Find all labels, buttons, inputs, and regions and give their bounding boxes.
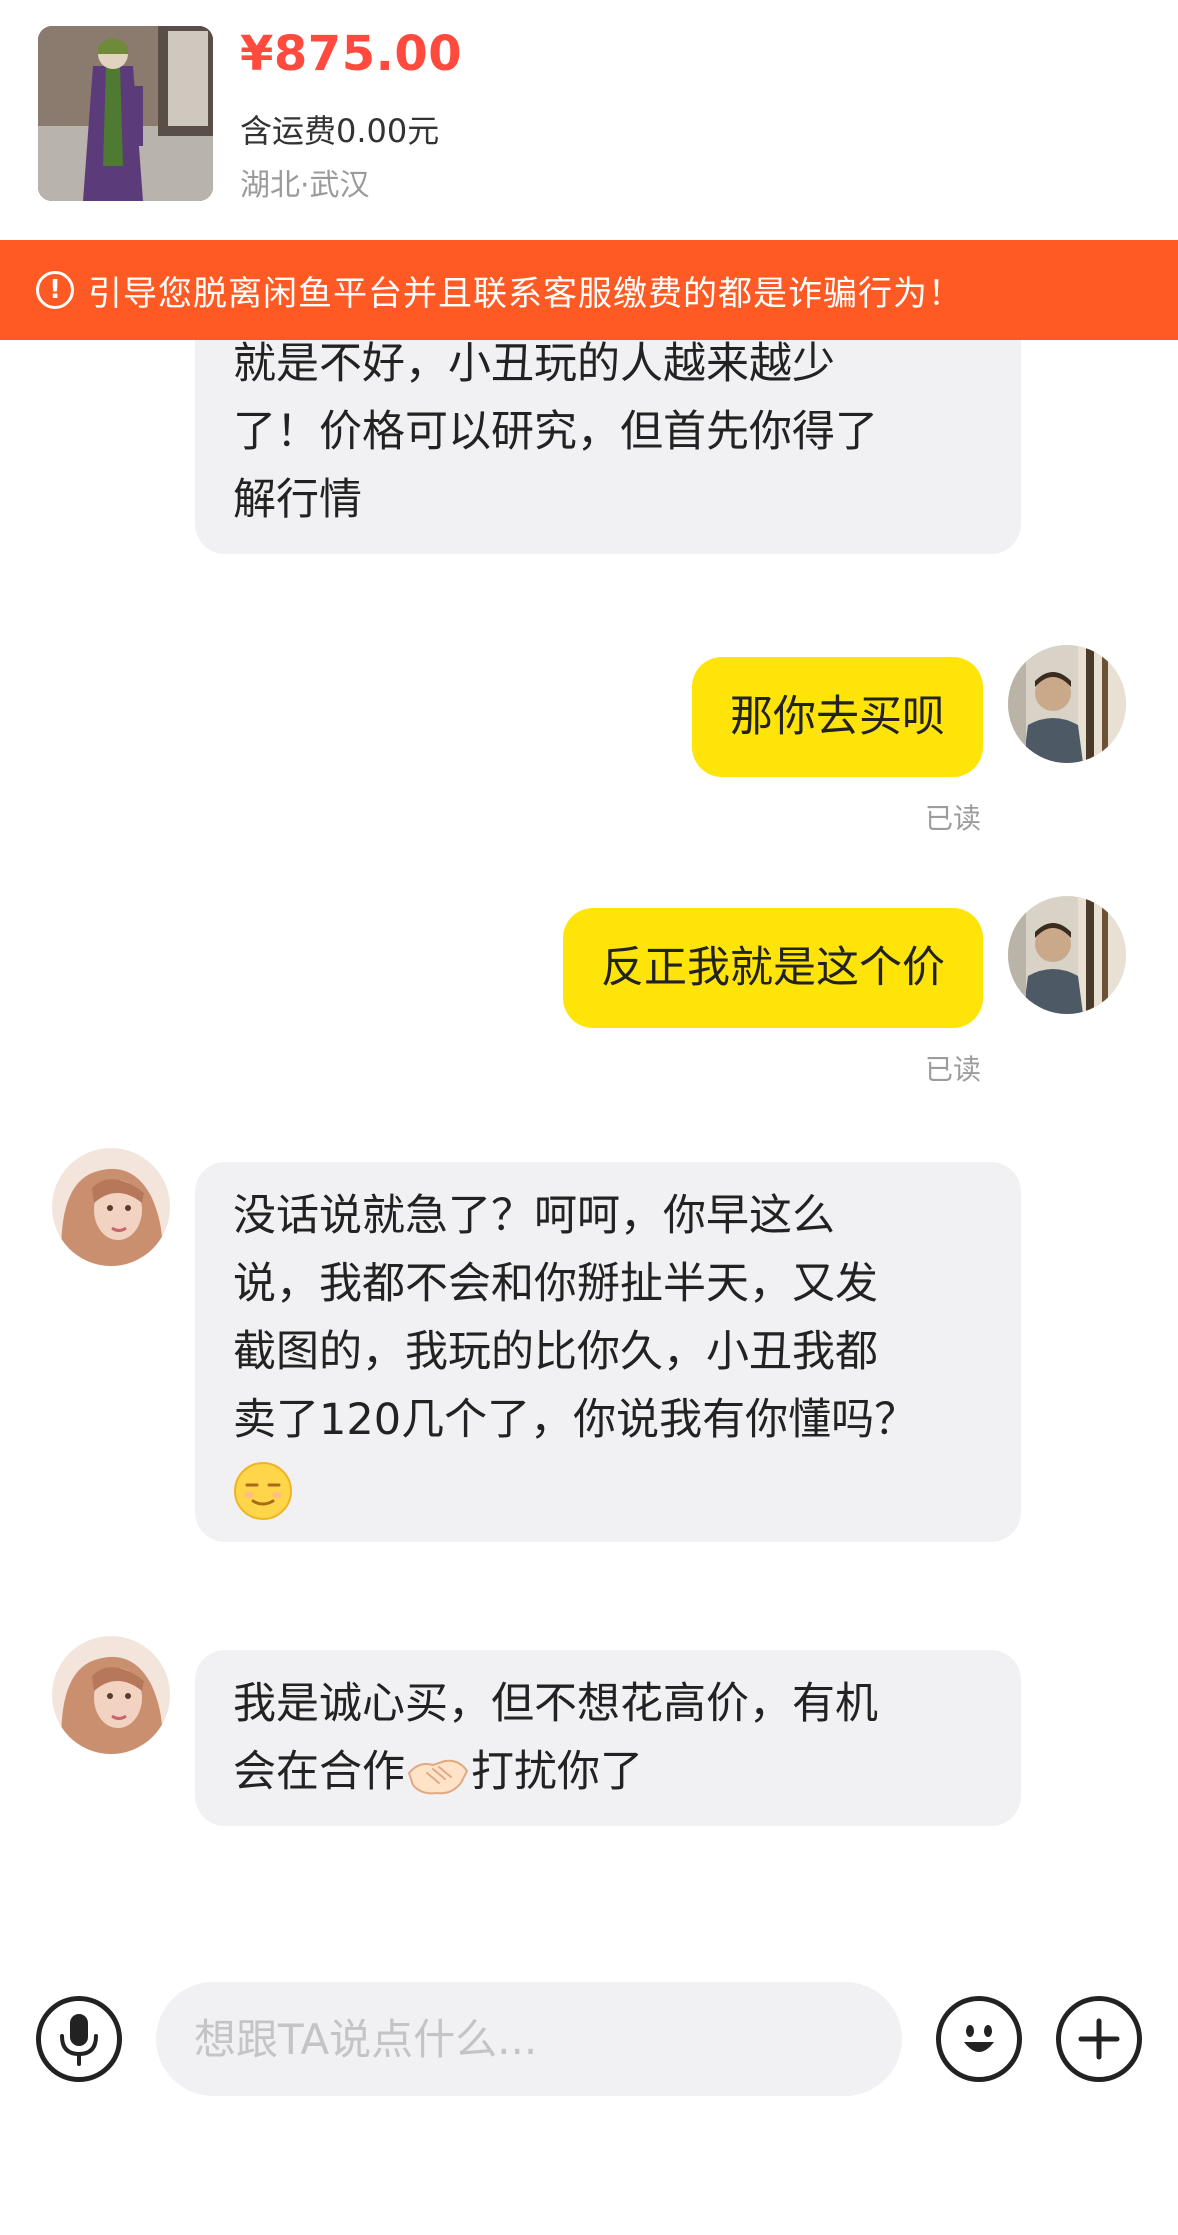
chat-message-list[interactable]: 就是不好，小丑玩的人越来越少 了！价格可以研究，但首先你得了 解行情 那你去买呗… bbox=[0, 340, 1178, 1940]
read-status: 已读 bbox=[925, 802, 982, 835]
smiley-icon[interactable] bbox=[936, 1996, 1022, 2082]
message-text: 那你去买呗 bbox=[730, 692, 945, 742]
message-text: 会在合作 bbox=[233, 1747, 405, 1797]
seller-avatar[interactable] bbox=[52, 1148, 170, 1266]
exclamation-circle-icon: ! bbox=[36, 271, 74, 309]
incoming-message-bubble[interactable]: 就是不好，小丑玩的人越来越少 了！价格可以研究，但首先你得了 解行情 bbox=[195, 340, 1021, 554]
handshake-emoji-icon bbox=[405, 1747, 471, 1803]
outgoing-message-bubble[interactable]: 那你去买呗 bbox=[692, 657, 983, 777]
message-line bbox=[233, 1454, 983, 1522]
my-avatar[interactable] bbox=[1008, 645, 1126, 763]
message-text: 打扰你了 bbox=[471, 1747, 643, 1797]
product-price: ¥875.00 bbox=[240, 26, 463, 82]
microphone-icon[interactable] bbox=[36, 1996, 122, 2082]
message-line: 就是不好，小丑玩的人越来越少 bbox=[233, 340, 835, 389]
incoming-message-bubble[interactable]: 没话说就急了？呵呵，你早这么 说，我都不会和你掰扯半天，又发 截图的，我玩的比你… bbox=[195, 1162, 1021, 1542]
seller-avatar[interactable] bbox=[52, 1636, 170, 1754]
message-line: 卖了120几个了，你说我有你懂吗？ bbox=[233, 1395, 918, 1445]
message-line: 解行情 bbox=[233, 475, 362, 525]
product-location: 湖北·武汉 bbox=[240, 168, 370, 203]
plus-icon[interactable] bbox=[1056, 1996, 1142, 2082]
product-thumbnail[interactable] bbox=[38, 26, 213, 201]
message-line: 我是诚心买，但不想花高价，有机 bbox=[233, 1679, 878, 1729]
product-shipping: 含运费0.00元 bbox=[240, 112, 440, 150]
smirk-emoji-icon bbox=[233, 1461, 293, 1521]
outgoing-message-bubble[interactable]: 反正我就是这个价 bbox=[563, 908, 983, 1028]
message-input-bar[interactable] bbox=[0, 1940, 1178, 2235]
read-status: 已读 bbox=[925, 1053, 982, 1086]
product-header[interactable]: ¥875.00 含运费0.00元 湖北·武汉 bbox=[0, 0, 1178, 240]
warning-text: 引导您脱离闲鱼平台并且联系客服缴费的都是诈骗行为！ bbox=[88, 273, 963, 314]
message-text: 反正我就是这个价 bbox=[601, 943, 945, 993]
message-input[interactable] bbox=[156, 1982, 902, 2096]
message-line: 会在合作 打扰你了 bbox=[233, 1738, 983, 1806]
message-line: 没话说就急了？呵呵，你早这么 bbox=[233, 1191, 835, 1241]
fraud-warning-banner: ! 引导您脱离闲鱼平台并且联系客服缴费的都是诈骗行为！ bbox=[0, 240, 1178, 340]
message-line: 了！价格可以研究，但首先你得了 bbox=[233, 407, 878, 457]
my-avatar[interactable] bbox=[1008, 896, 1126, 1014]
message-line: 说，我都不会和你掰扯半天，又发 bbox=[233, 1259, 878, 1309]
message-line: 截图的，我玩的比你久，小丑我都 bbox=[233, 1327, 878, 1377]
incoming-message-bubble[interactable]: 我是诚心买，但不想花高价，有机 会在合作 打扰你了 bbox=[195, 1650, 1021, 1826]
